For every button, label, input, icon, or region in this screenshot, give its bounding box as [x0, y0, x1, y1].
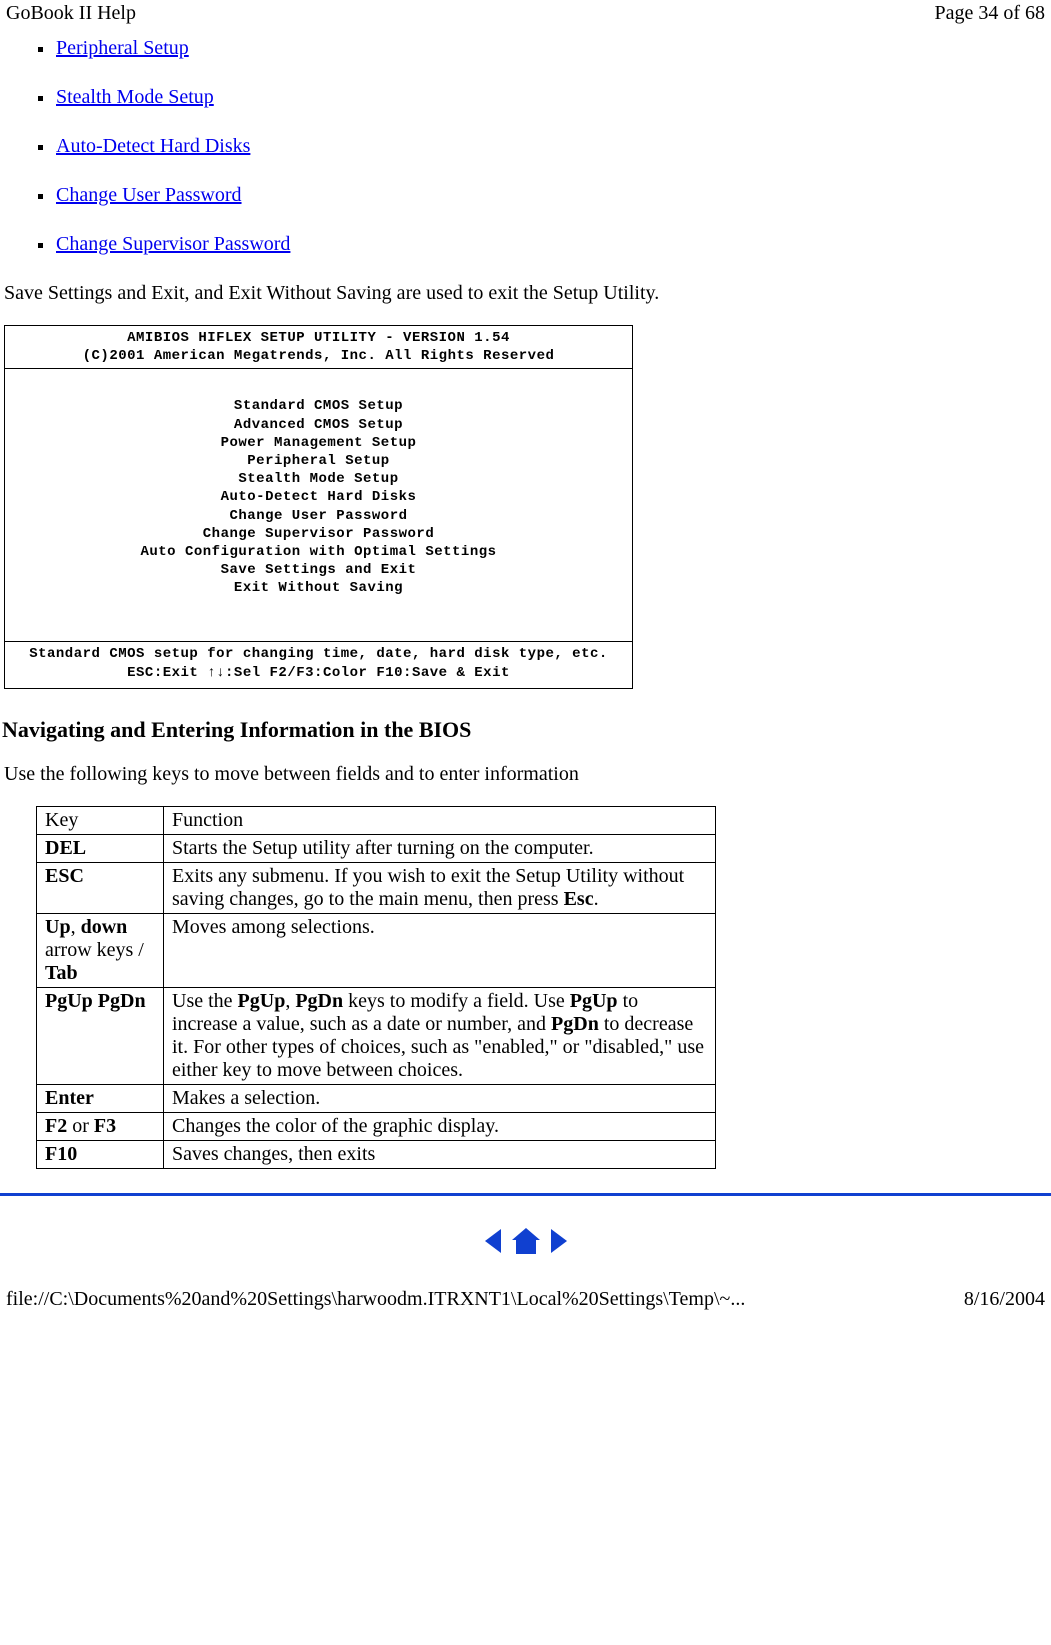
list-item: Auto-Detect Hard Disks: [56, 135, 1051, 158]
bios-menu-item: Auto-Detect Hard Disks: [9, 488, 628, 506]
table-row: F2 or F3Changes the color of the graphic…: [37, 1112, 716, 1140]
table-cell-key: F10: [37, 1140, 164, 1168]
bios-menu-item: Advanced CMOS Setup: [9, 416, 628, 434]
bios-menu-item: Power Management Setup: [9, 434, 628, 452]
table-cell-key: DEL: [37, 834, 164, 862]
table-header-key: Key: [37, 806, 164, 834]
header-title-left: GoBook II Help: [6, 2, 136, 25]
intro-text: Save Settings and Exit, and Exit Without…: [0, 282, 1051, 305]
list-item: Peripheral Setup: [56, 37, 1051, 60]
table-row: ESCExits any submenu. If you wish to exi…: [37, 862, 716, 913]
footer-date: 8/16/2004: [964, 1288, 1045, 1311]
link-change-supervisor-password[interactable]: Change Supervisor Password: [56, 233, 290, 255]
bios-menu-item: Change User Password: [9, 507, 628, 525]
table-header-function: Function: [164, 806, 716, 834]
table-cell-function: Moves among selections.: [164, 913, 716, 987]
nav-home-icon[interactable]: [510, 1228, 547, 1250]
section-heading: Navigating and Entering Information in t…: [2, 717, 1051, 743]
bios-menu-item: Auto Configuration with Optimal Settings: [9, 543, 628, 561]
table-row: Up, down arrow keys / TabMoves among sel…: [37, 913, 716, 987]
bios-menu-item: Standard CMOS Setup: [9, 397, 628, 415]
bios-menu-item: Save Settings and Exit: [9, 561, 628, 579]
footer-path: file://C:\Documents%20and%20Settings\har…: [6, 1288, 745, 1311]
table-cell-key: F2 or F3: [37, 1112, 164, 1140]
bios-menu-item: Change Supervisor Password: [9, 525, 628, 543]
bios-footer-line-2: ESC:Exit ↑↓:Sel F2/F3:Color F10:Save & E…: [9, 664, 628, 682]
section-divider: [0, 1193, 1051, 1196]
bios-menu-item: Stealth Mode Setup: [9, 470, 628, 488]
link-auto-detect-hard-disks[interactable]: Auto-Detect Hard Disks: [56, 135, 250, 157]
bios-menu-item: Exit Without Saving: [9, 579, 628, 597]
list-item: Change Supervisor Password: [56, 233, 1051, 256]
link-change-user-password[interactable]: Change User Password: [56, 184, 242, 206]
key-function-table: Key Function DELStarts the Setup utility…: [36, 806, 716, 1169]
table-cell-function: Exits any submenu. If you wish to exit t…: [164, 862, 716, 913]
bios-title-line-1: AMIBIOS HIFLEX SETUP UTILITY - VERSION 1…: [9, 329, 628, 347]
link-peripheral-setup[interactable]: Peripheral Setup: [56, 37, 189, 59]
bios-screenshot: AMIBIOS HIFLEX SETUP UTILITY - VERSION 1…: [4, 325, 633, 689]
bios-footer-line-1: Standard CMOS setup for changing time, d…: [9, 645, 628, 663]
table-cell-key: Up, down arrow keys / Tab: [37, 913, 164, 987]
list-item: Stealth Mode Setup: [56, 86, 1051, 109]
table-row: DELStarts the Setup utility after turnin…: [37, 834, 716, 862]
nav-prev-icon[interactable]: [481, 1228, 510, 1250]
list-item: Change User Password: [56, 184, 1051, 207]
setup-links-list: Peripheral Setup Stealth Mode Setup Auto…: [0, 37, 1051, 256]
nav-icons: [0, 1226, 1051, 1286]
bios-title-line-2: (C)2001 American Megatrends, Inc. All Ri…: [9, 347, 628, 365]
table-cell-function: Makes a selection.: [164, 1084, 716, 1112]
bios-menu-item: Peripheral Setup: [9, 452, 628, 470]
link-stealth-mode-setup[interactable]: Stealth Mode Setup: [56, 86, 214, 108]
table-header-row: Key Function: [37, 806, 716, 834]
table-cell-function: Starts the Setup utility after turning o…: [164, 834, 716, 862]
table-cell-key: PgUp PgDn: [37, 987, 164, 1084]
table-row: F10Saves changes, then exits: [37, 1140, 716, 1168]
table-cell-function: Saves changes, then exits: [164, 1140, 716, 1168]
table-row: EnterMakes a selection.: [37, 1084, 716, 1112]
nav-next-icon[interactable]: [547, 1228, 571, 1250]
table-row: PgUp PgDnUse the PgUp, PgDn keys to modi…: [37, 987, 716, 1084]
table-cell-key: ESC: [37, 862, 164, 913]
table-cell-key: Enter: [37, 1084, 164, 1112]
header-title-right: Page 34 of 68: [934, 2, 1045, 25]
table-cell-function: Changes the color of the graphic display…: [164, 1112, 716, 1140]
section-intro: Use the following keys to move between f…: [0, 763, 1051, 786]
table-cell-function: Use the PgUp, PgDn keys to modify a fiel…: [164, 987, 716, 1084]
